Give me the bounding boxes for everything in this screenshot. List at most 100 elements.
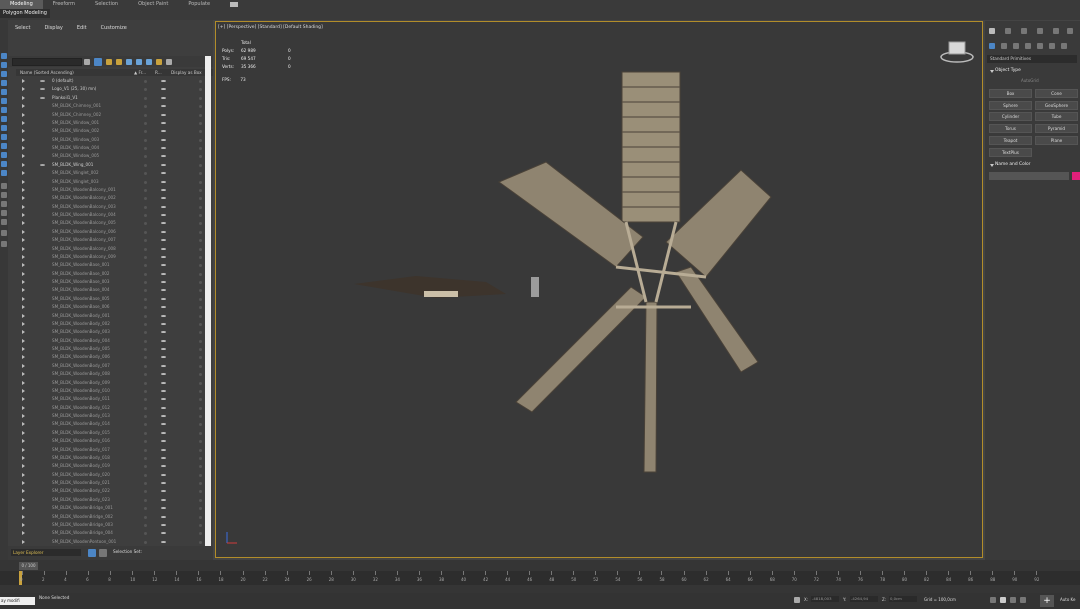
freeze-toggle-icon[interactable] <box>144 289 147 293</box>
list-item[interactable]: SM_BLDK_WoodenBalcony_003 <box>16 203 212 211</box>
layer-icon[interactable] <box>126 59 132 65</box>
col-frozen[interactable]: ▲ Fr... <box>134 69 146 76</box>
freeze-toggle-icon[interactable] <box>144 197 147 201</box>
list-item[interactable]: SM_BLDK_WoodenBalcony_009 <box>16 253 212 261</box>
menu-edit[interactable]: Edit <box>70 25 94 31</box>
list-item[interactable]: SM_BLDK_WoodenBody_016 <box>16 437 212 445</box>
list-item[interactable]: SM_BLDK_Window_004 <box>16 144 212 152</box>
object-type-rollout[interactable]: Object Type <box>987 67 1079 75</box>
next-frame-icon[interactable] <box>1010 597 1016 603</box>
hierarchy-icon[interactable] <box>116 59 122 65</box>
display-box-toggle-icon[interactable] <box>199 306 202 310</box>
display-box-toggle-icon[interactable] <box>199 381 202 385</box>
render-toggle-icon[interactable] <box>161 423 166 426</box>
display-box-toggle-icon[interactable] <box>199 163 202 167</box>
freeze-toggle-icon[interactable] <box>144 113 147 117</box>
expand-arrow-icon[interactable] <box>22 313 25 318</box>
create-tube-button[interactable]: Tube <box>1035 112 1078 122</box>
expand-arrow-icon[interactable] <box>22 422 25 427</box>
expand-arrow-icon[interactable] <box>22 95 25 100</box>
render-toggle-icon[interactable] <box>161 105 166 108</box>
polygon-modeling-label[interactable]: Polygon Modeling <box>0 9 50 18</box>
freeze-toggle-icon[interactable] <box>144 540 147 544</box>
expand-arrow-icon[interactable] <box>22 238 25 243</box>
freeze-toggle-icon[interactable] <box>144 322 147 326</box>
render-toggle-icon[interactable] <box>161 339 166 342</box>
expand-arrow-icon[interactable] <box>22 229 25 234</box>
render-toggle-icon[interactable] <box>161 205 166 208</box>
freeze-toggle-icon[interactable] <box>144 515 147 519</box>
list-item[interactable]: SM_BLDK_WoodenBridge_001 <box>16 504 212 512</box>
list-item[interactable]: SM_BLDK_WoodenBody_011 <box>16 395 212 403</box>
render-toggle-icon[interactable] <box>161 456 166 459</box>
freeze-toggle-icon[interactable] <box>144 456 147 460</box>
expand-arrow-icon[interactable] <box>22 539 25 544</box>
filter-frozen-icon[interactable] <box>1 170 7 176</box>
filter-invert-icon[interactable] <box>1 210 7 216</box>
display-box-toggle-icon[interactable] <box>199 281 202 284</box>
display-box-toggle-icon[interactable] <box>199 540 202 544</box>
invert-display-icon[interactable] <box>1 71 7 77</box>
visibility-eye-icon[interactable] <box>40 88 45 91</box>
render-toggle-icon[interactable] <box>161 473 166 476</box>
display-box-toggle-icon[interactable] <box>199 314 202 318</box>
expand-arrow-icon[interactable] <box>22 439 25 444</box>
render-toggle-icon[interactable] <box>161 381 166 384</box>
expand-arrow-icon[interactable] <box>22 338 25 343</box>
list-item[interactable]: SM_BLDK_WoodenBody_006 <box>16 353 212 361</box>
list-item[interactable]: SM_BLDK_WoodenBody_009 <box>16 379 212 387</box>
list-item[interactable]: SM_BLDK_WoodenBody_014 <box>16 420 212 428</box>
x-coordinate-field[interactable]: -4818,003 <box>811 596 839 602</box>
perspective-viewport[interactable]: [+] [Perspective] [Standard] [Default Sh… <box>215 21 983 558</box>
search-input[interactable] <box>12 58 82 66</box>
blade-bottom[interactable] <box>643 301 658 473</box>
freeze-toggle-icon[interactable] <box>144 440 147 444</box>
display-box-toggle-icon[interactable] <box>199 515 202 519</box>
list-item[interactable]: SM_BLDK_Window_002 <box>16 127 212 135</box>
blade-upper-left[interactable] <box>497 161 644 268</box>
expand-arrow-icon[interactable] <box>22 187 25 192</box>
freeze-toggle-icon[interactable] <box>144 507 147 511</box>
freeze-toggle-icon[interactable] <box>144 398 147 402</box>
list-item[interactable]: SM_BLDK_Window_001 <box>16 119 212 127</box>
freeze-toggle-icon[interactable] <box>144 339 147 343</box>
list-item[interactable]: SM_BLDK_WoodenBody_007 <box>16 362 212 370</box>
expand-arrow-icon[interactable] <box>22 455 25 460</box>
list-item[interactable]: Plankoil1_V1 <box>16 94 212 102</box>
render-toggle-icon[interactable] <box>161 540 166 543</box>
absolute-mode-icon[interactable] <box>794 597 800 603</box>
freeze-toggle-icon[interactable] <box>144 297 147 301</box>
expand-arrow-icon[interactable] <box>22 372 25 377</box>
freeze-toggle-icon[interactable] <box>144 255 147 259</box>
freeze-toggle-icon[interactable] <box>144 364 147 368</box>
freeze-toggle-icon[interactable] <box>144 406 147 410</box>
z-coordinate-field[interactable]: 0,0cm <box>889 596 917 602</box>
freeze-toggle-icon[interactable] <box>144 348 147 351</box>
create-plane-button[interactable]: Plane <box>1035 135 1078 145</box>
display-box-toggle-icon[interactable] <box>199 415 202 418</box>
filter-xrefs-icon[interactable] <box>1 143 7 149</box>
list-item[interactable]: SM_BLDK_WoodenBalcony_002 <box>16 194 212 202</box>
display-box-toggle-icon[interactable] <box>199 147 202 150</box>
motion-tab-icon[interactable] <box>1037 28 1043 34</box>
display-box-toggle-icon[interactable] <box>199 205 202 209</box>
freeze-toggle-icon[interactable] <box>144 381 147 385</box>
track-bar[interactable]: 0 2 4 6 8 10 12 14 16 18 20 22 24 26 28 30 32 34 36 38 40 42 4… <box>0 571 1080 585</box>
list-item[interactable]: SM_BLDK_Window_003 <box>16 136 212 144</box>
render-toggle-icon[interactable] <box>161 440 166 443</box>
list-item[interactable]: SM_BLDK_WoodenBody_023 <box>16 496 212 504</box>
render-toggle-icon[interactable] <box>161 272 166 275</box>
list-item[interactable]: SM_BLDK_WoodenBalcony_007 <box>16 236 212 244</box>
expand-arrow-icon[interactable] <box>22 204 25 209</box>
expand-arrow-icon[interactable] <box>22 363 25 368</box>
filter-cameras-icon[interactable] <box>1 107 7 113</box>
go-to-start-icon[interactable] <box>990 597 996 603</box>
expand-arrow-icon[interactable] <box>22 280 25 284</box>
list-item[interactable]: SM_BLDK_WoodenBody_003 <box>16 328 212 336</box>
render-toggle-icon[interactable] <box>161 448 166 451</box>
autogrid-checkbox[interactable]: AutoGrid <box>1021 78 1039 83</box>
freeze-toggle-icon[interactable] <box>144 239 147 243</box>
render-toggle-icon[interactable] <box>161 281 166 283</box>
render-toggle-icon[interactable] <box>161 348 166 350</box>
expand-arrow-icon[interactable] <box>22 129 25 134</box>
